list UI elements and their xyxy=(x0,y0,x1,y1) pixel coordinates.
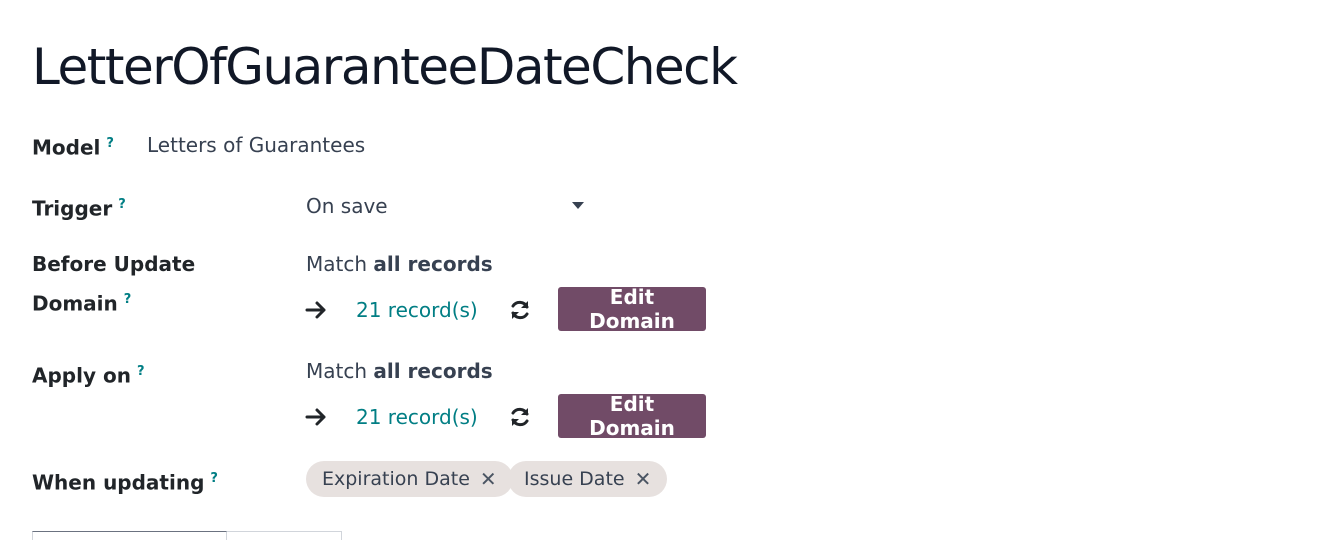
close-icon[interactable]: ✕ xyxy=(480,467,497,491)
before-update-domain-match: Match all records xyxy=(306,252,493,276)
apply-on-edit-domain-button[interactable]: Edit Domain xyxy=(558,392,706,440)
before-update-domain-label: Before Update Domain? xyxy=(32,247,195,322)
help-icon[interactable]: ? xyxy=(118,197,126,212)
apply-on-match: Match all records xyxy=(306,359,493,383)
help-icon[interactable]: ? xyxy=(137,364,145,379)
match-bold: all records xyxy=(373,359,493,383)
before-update-domain-label-line1: Before Update xyxy=(32,252,196,276)
tag-label: Issue Date xyxy=(524,468,625,490)
match-bold: all records xyxy=(373,252,493,276)
match-prefix: Match xyxy=(306,359,374,383)
tag-issue-date[interactable]: Issue Date ✕ xyxy=(508,461,668,497)
refresh-icon[interactable] xyxy=(508,298,532,322)
caret-down-icon xyxy=(572,202,584,209)
when-updating-label: When updating? xyxy=(32,461,218,501)
notebook-tab-active[interactable] xyxy=(32,531,227,540)
help-icon[interactable]: ? xyxy=(124,292,132,307)
trigger-label-text: Trigger xyxy=(32,196,113,221)
apply-on-label: Apply on? xyxy=(32,354,145,394)
arrow-right-icon xyxy=(305,408,326,426)
model-label: Model? xyxy=(32,126,114,166)
close-icon[interactable]: ✕ xyxy=(635,467,652,491)
trigger-select-value: On save xyxy=(306,194,388,218)
before-update-domain-record-count[interactable]: 21 record(s) xyxy=(356,298,478,322)
before-update-domain-label-line2: Domain xyxy=(32,291,118,316)
trigger-label: Trigger? xyxy=(32,187,126,227)
match-prefix: Match xyxy=(306,252,374,276)
tag-label: Expiration Date xyxy=(322,468,470,490)
model-label-text: Model xyxy=(32,135,101,160)
refresh-icon[interactable] xyxy=(508,405,532,429)
apply-on-record-count[interactable]: 21 record(s) xyxy=(356,405,478,429)
when-updating-label-text: When updating xyxy=(32,470,205,495)
record-title[interactable]: LetterOfGuaranteeDateCheck xyxy=(32,38,738,96)
help-icon[interactable]: ? xyxy=(210,471,218,486)
arrow-right-icon xyxy=(305,301,326,319)
notebook-tab[interactable] xyxy=(227,531,342,540)
before-update-edit-domain-button[interactable]: Edit Domain xyxy=(558,285,706,333)
apply-on-label-text: Apply on xyxy=(32,363,131,388)
trigger-select[interactable]: On save xyxy=(306,190,590,222)
tag-expiration-date[interactable]: Expiration Date ✕ xyxy=(306,461,513,497)
help-icon[interactable]: ? xyxy=(106,136,114,151)
model-value: Letters of Guarantees xyxy=(147,133,366,157)
